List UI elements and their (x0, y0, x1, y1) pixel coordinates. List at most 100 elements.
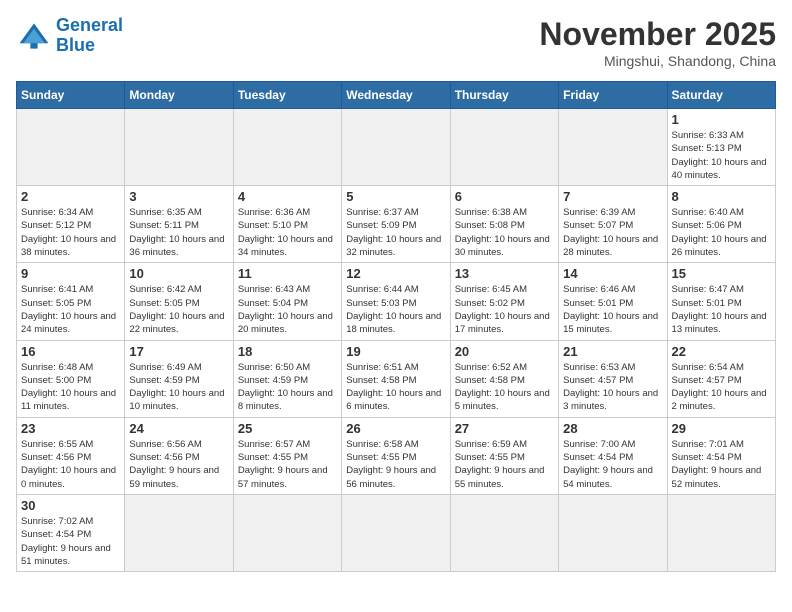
day-number: 22 (672, 344, 771, 359)
calendar-cell: 5Sunrise: 6:37 AM Sunset: 5:09 PM Daylig… (342, 186, 450, 263)
calendar-cell (559, 494, 667, 571)
day-number: 17 (129, 344, 228, 359)
day-info: Sunrise: 6:55 AM Sunset: 4:56 PM Dayligh… (21, 438, 120, 491)
calendar-cell (233, 109, 341, 186)
calendar-cell: 4 Sunrise: 6:36 AM Sunset: 5:10 PM Daylig… (233, 186, 341, 263)
day-number: 4 (238, 189, 337, 204)
day-info: Sunrise: 6:58 AM Sunset: 4:55 PM Dayligh… (346, 438, 445, 491)
weekday-header-saturday: Saturday (667, 82, 775, 109)
day-number: 19 (346, 344, 445, 359)
calendar-cell: 10Sunrise: 6:42 AM Sunset: 5:05 PM Dayli… (125, 263, 233, 340)
day-number: 21 (563, 344, 662, 359)
day-info: Sunrise: 6:57 AM Sunset: 4:55 PM Dayligh… (238, 438, 337, 491)
calendar-cell: 25Sunrise: 6:57 AM Sunset: 4:55 PM Dayli… (233, 417, 341, 494)
day-info: Sunrise: 6:42 AM Sunset: 5:05 PM Dayligh… (129, 283, 228, 336)
weekday-header-monday: Monday (125, 82, 233, 109)
calendar-cell: 14Sunrise: 6:46 AM Sunset: 5:01 PM Dayli… (559, 263, 667, 340)
month-title: November 2025 (539, 16, 776, 53)
calendar-cell: 8Sunrise: 6:40 AM Sunset: 5:06 PM Daylig… (667, 186, 775, 263)
day-info: Sunrise: 6:36 AM Sunset: 5:10 PM Dayligh… (238, 206, 337, 259)
calendar-cell: 11Sunrise: 6:43 AM Sunset: 5:04 PM Dayli… (233, 263, 341, 340)
day-number: 23 (21, 421, 120, 436)
day-number: 12 (346, 266, 445, 281)
day-number: 27 (455, 421, 554, 436)
calendar-cell: 26 Sunrise: 6:58 AM Sunset: 4:55 PM Dayli… (342, 417, 450, 494)
calendar-cell: 28 Sunrise: 7:00 AM Sunset: 4:54 PM Dayli… (559, 417, 667, 494)
calendar-cell: 7 Sunrise: 6:39 AM Sunset: 5:07 PM Daylig… (559, 186, 667, 263)
day-info: Sunrise: 6:39 AM Sunset: 5:07 PM Dayligh… (563, 206, 662, 259)
day-number: 24 (129, 421, 228, 436)
calendar-cell: 27 Sunrise: 6:59 AM Sunset: 4:55 PM Dayli… (450, 417, 558, 494)
calendar-cell: 21Sunrise: 6:53 AM Sunset: 4:57 PM Dayli… (559, 340, 667, 417)
day-number: 6 (455, 189, 554, 204)
day-info: Sunrise: 6:50 AM Sunset: 4:59 PM Dayligh… (238, 361, 337, 414)
day-number: 29 (672, 421, 771, 436)
calendar-row: 9 Sunrise: 6:41 AM Sunset: 5:05 PM Daylig… (17, 263, 776, 340)
day-info: Sunrise: 6:41 AM Sunset: 5:05 PM Dayligh… (21, 283, 120, 336)
calendar-cell (667, 494, 775, 571)
calendar-cell: 3Sunrise: 6:35 AM Sunset: 5:11 PM Daylig… (125, 186, 233, 263)
day-number: 7 (563, 189, 662, 204)
calendar-cell (17, 109, 125, 186)
day-info: Sunrise: 6:43 AM Sunset: 5:04 PM Dayligh… (238, 283, 337, 336)
day-info: Sunrise: 6:56 AM Sunset: 4:56 PM Dayligh… (129, 438, 228, 491)
day-info: Sunrise: 6:35 AM Sunset: 5:11 PM Dayligh… (129, 206, 228, 259)
calendar-cell (233, 494, 341, 571)
day-info: Sunrise: 6:47 AM Sunset: 5:01 PM Dayligh… (672, 283, 771, 336)
calendar-cell: 30 Sunrise: 7:02 AM Sunset: 4:54 PM Dayli… (17, 494, 125, 571)
calendar-cell: 19 Sunrise: 6:51 AM Sunset: 4:58 PM Dayli… (342, 340, 450, 417)
day-info: Sunrise: 6:44 AM Sunset: 5:03 PM Dayligh… (346, 283, 445, 336)
logo-icon (16, 18, 52, 54)
calendar-row: 2 Sunrise: 6:34 AM Sunset: 5:12 PM Daylig… (17, 186, 776, 263)
calendar-row: 23 Sunrise: 6:55 AM Sunset: 4:56 PM Dayli… (17, 417, 776, 494)
day-info: Sunrise: 6:59 AM Sunset: 4:55 PM Dayligh… (455, 438, 554, 491)
day-info: Sunrise: 6:33 AM Sunset: 5:13 PM Dayligh… (672, 129, 771, 182)
calendar-cell: 23 Sunrise: 6:55 AM Sunset: 4:56 PM Dayli… (17, 417, 125, 494)
page-header: GeneralBlue November 2025 Mingshui, Shan… (16, 16, 776, 69)
logo-general: General (56, 15, 123, 35)
day-info: Sunrise: 6:34 AM Sunset: 5:12 PM Dayligh… (21, 206, 120, 259)
calendar-cell: 20Sunrise: 6:52 AM Sunset: 4:58 PM Dayli… (450, 340, 558, 417)
calendar-cell: 15 Sunrise: 6:47 AM Sunset: 5:01 PM Dayli… (667, 263, 775, 340)
day-number: 20 (455, 344, 554, 359)
calendar-cell: 13 Sunrise: 6:45 AM Sunset: 5:02 PM Dayli… (450, 263, 558, 340)
day-number: 9 (21, 266, 120, 281)
day-number: 28 (563, 421, 662, 436)
calendar-cell: 18 Sunrise: 6:50 AM Sunset: 4:59 PM Dayli… (233, 340, 341, 417)
day-info: Sunrise: 7:01 AM Sunset: 4:54 PM Dayligh… (672, 438, 771, 491)
day-info: Sunrise: 6:48 AM Sunset: 5:00 PM Dayligh… (21, 361, 120, 414)
day-info: Sunrise: 7:02 AM Sunset: 4:54 PM Dayligh… (21, 515, 120, 568)
calendar-cell (342, 109, 450, 186)
title-block: November 2025 Mingshui, Shandong, China (539, 16, 776, 69)
day-info: Sunrise: 6:45 AM Sunset: 5:02 PM Dayligh… (455, 283, 554, 336)
weekday-header-thursday: Thursday (450, 82, 558, 109)
day-info: Sunrise: 6:37 AM Sunset: 5:09 PM Dayligh… (346, 206, 445, 259)
day-number: 2 (21, 189, 120, 204)
day-info: Sunrise: 6:49 AM Sunset: 4:59 PM Dayligh… (129, 361, 228, 414)
calendar-cell (125, 109, 233, 186)
logo-blue: Blue (56, 35, 95, 55)
day-number: 15 (672, 266, 771, 281)
calendar-cell: 22Sunrise: 6:54 AM Sunset: 4:57 PM Dayli… (667, 340, 775, 417)
day-info: Sunrise: 7:00 AM Sunset: 4:54 PM Dayligh… (563, 438, 662, 491)
weekday-header-friday: Friday (559, 82, 667, 109)
day-number: 26 (346, 421, 445, 436)
calendar-row: 16Sunrise: 6:48 AM Sunset: 5:00 PM Dayli… (17, 340, 776, 417)
calendar-cell: 1 Sunrise: 6:33 AM Sunset: 5:13 PM Daylig… (667, 109, 775, 186)
day-number: 30 (21, 498, 120, 513)
day-info: Sunrise: 6:38 AM Sunset: 5:08 PM Dayligh… (455, 206, 554, 259)
day-info: Sunrise: 6:51 AM Sunset: 4:58 PM Dayligh… (346, 361, 445, 414)
day-number: 1 (672, 112, 771, 127)
day-number: 18 (238, 344, 337, 359)
calendar-cell (559, 109, 667, 186)
day-number: 8 (672, 189, 771, 204)
logo-text: GeneralBlue (56, 16, 123, 56)
calendar-cell (450, 109, 558, 186)
weekday-header-row: SundayMondayTuesdayWednesdayThursdayFrid… (17, 82, 776, 109)
weekday-header-sunday: Sunday (17, 82, 125, 109)
day-number: 13 (455, 266, 554, 281)
calendar-cell: 17 Sunrise: 6:49 AM Sunset: 4:59 PM Dayli… (125, 340, 233, 417)
calendar-cell: 29 Sunrise: 7:01 AM Sunset: 4:54 PM Dayli… (667, 417, 775, 494)
calendar-row: 1 Sunrise: 6:33 AM Sunset: 5:13 PM Daylig… (17, 109, 776, 186)
calendar-cell (125, 494, 233, 571)
